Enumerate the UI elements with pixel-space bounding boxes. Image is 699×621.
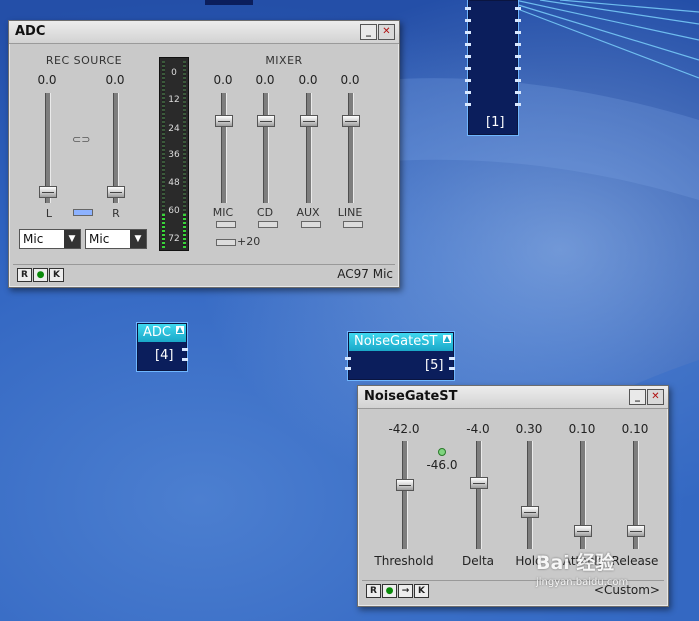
delta-value: -4.0 (466, 422, 490, 436)
input-pin[interactable] (345, 357, 351, 360)
module-block-1[interactable]: [1] (465, 0, 521, 135)
hold-track (527, 441, 533, 549)
record-button[interactable]: ● (33, 268, 48, 282)
mixer-cd-track (263, 93, 269, 203)
level-meter: 0 12 24 36 48 60 72 (159, 57, 189, 251)
rec-source-label: REC SOURCE (45, 54, 123, 67)
window-title: NoiseGateST (364, 389, 458, 404)
output-pin[interactable] (449, 367, 455, 370)
attack-slider[interactable] (574, 525, 592, 537)
hold-slider[interactable] (521, 506, 539, 518)
module-number: [1] (486, 115, 505, 130)
k-button[interactable]: K (414, 584, 429, 598)
mixer-mic-track (221, 93, 227, 203)
right-gain-slider[interactable] (107, 186, 125, 198)
close-button[interactable]: ✕ (378, 24, 395, 40)
chevron-down-icon: ▼ (64, 230, 80, 248)
noisegate-window-titlebar[interactable]: NoiseGateST _ ✕ (358, 386, 668, 409)
release-slider[interactable] (627, 525, 645, 537)
minimize-button[interactable]: _ (360, 24, 377, 40)
mixer-cd-label: CD (256, 206, 274, 219)
output-pin[interactable] (182, 348, 188, 351)
meter-level-fill (162, 214, 165, 248)
mixer-mic-label: MIC (212, 206, 234, 219)
mixer-line-value: 0.0 (340, 73, 360, 87)
delta-track (476, 441, 482, 549)
left-channel-label: L (45, 207, 53, 220)
mixer-mic-mute-button[interactable] (216, 221, 236, 228)
mixer-mic-slider[interactable] (215, 115, 233, 127)
threshold-label: Threshold (374, 554, 434, 568)
baidu-watermark: Bai 经验 jingyan.baidu.com (536, 548, 686, 608)
left-gain-value: 0.0 (37, 73, 57, 87)
threshold-track (402, 441, 408, 549)
mic-boost-label: +20 (237, 235, 261, 248)
record-button[interactable]: ● (382, 584, 397, 598)
r-button[interactable]: R (17, 268, 32, 282)
arrow-button[interactable]: → (398, 584, 413, 598)
mixer-cd-value: 0.0 (255, 73, 275, 87)
mixer-aux-mute-button[interactable] (301, 221, 321, 228)
adc-module-block[interactable]: ADC ▲ [4] (137, 323, 188, 371)
mixer-line-track (348, 93, 354, 203)
right-source-select[interactable]: Mic ▼ (85, 229, 147, 249)
close-button[interactable]: ✕ (647, 389, 664, 405)
gate-status-led-icon (438, 448, 446, 456)
adc-window-titlebar[interactable]: ADC _ ✕ (9, 21, 399, 44)
gate-indicator-value: -46.0 (426, 458, 458, 472)
mixer-cd-mute-button[interactable] (258, 221, 278, 228)
input-pin[interactable] (345, 367, 351, 370)
mixer-aux-track (306, 93, 312, 203)
right-gain-value: 0.0 (105, 73, 125, 87)
right-channel-label: R (112, 207, 120, 220)
status-text: AC97 Mic (337, 267, 393, 281)
right-source-value: Mic (89, 232, 110, 246)
delta-slider[interactable] (470, 477, 488, 489)
watermark-url: jingyan.baidu.com (536, 577, 629, 588)
module-number: [5] (425, 358, 444, 373)
left-gain-slider[interactable] (39, 186, 57, 198)
output-pin[interactable] (449, 357, 455, 360)
r-button[interactable]: R (366, 584, 381, 598)
adc-status-bar: R ● K AC97 Mic (13, 264, 395, 283)
watermark-logo-text: Bai 经验 (536, 552, 615, 574)
delta-label: Delta (461, 554, 494, 568)
left-source-value: Mic (23, 232, 44, 246)
mixer-aux-value: 0.0 (298, 73, 318, 87)
mixer-aux-label: AUX (296, 206, 320, 219)
link-channels-icon[interactable]: ⊂⊃ (72, 134, 90, 145)
output-pin[interactable] (182, 358, 188, 361)
chevron-down-icon: ▼ (130, 230, 146, 248)
threshold-slider[interactable] (396, 479, 414, 491)
mic-boost-button[interactable] (216, 239, 236, 246)
mixer-aux-slider[interactable] (300, 115, 318, 127)
noisegate-module-block[interactable]: NoiseGateST ▲ [5] (345, 332, 455, 380)
left-source-select[interactable]: Mic ▼ (19, 229, 81, 249)
meter-level-fill (183, 214, 186, 248)
release-value: 0.10 (621, 422, 649, 436)
mixer-line-mute-button[interactable] (343, 221, 363, 228)
window-title: ADC (15, 24, 46, 39)
mixer-line-slider[interactable] (342, 115, 360, 127)
attack-value: 0.10 (568, 422, 596, 436)
adc-window[interactable]: ADC _ ✕ REC SOURCE 0.0 0.0 ⊂⊃ L R Mic ▼ … (8, 20, 400, 288)
module-number: [4] (155, 348, 174, 363)
minimize-button[interactable]: _ (629, 389, 646, 405)
collapse-arrow-icon[interactable]: ▲ (443, 335, 451, 343)
threshold-value: -42.0 (388, 422, 420, 436)
k-button[interactable]: K (49, 268, 64, 282)
hold-value: 0.30 (515, 422, 543, 436)
mixer-mic-value: 0.0 (213, 73, 233, 87)
mixer-label: MIXER (265, 54, 303, 67)
mixer-cd-slider[interactable] (257, 115, 275, 127)
module-title: NoiseGateST (349, 333, 453, 351)
mixer-line-label: LINE (337, 206, 363, 219)
collapse-arrow-icon[interactable]: ▲ (176, 326, 184, 334)
balance-button[interactable] (73, 209, 93, 216)
